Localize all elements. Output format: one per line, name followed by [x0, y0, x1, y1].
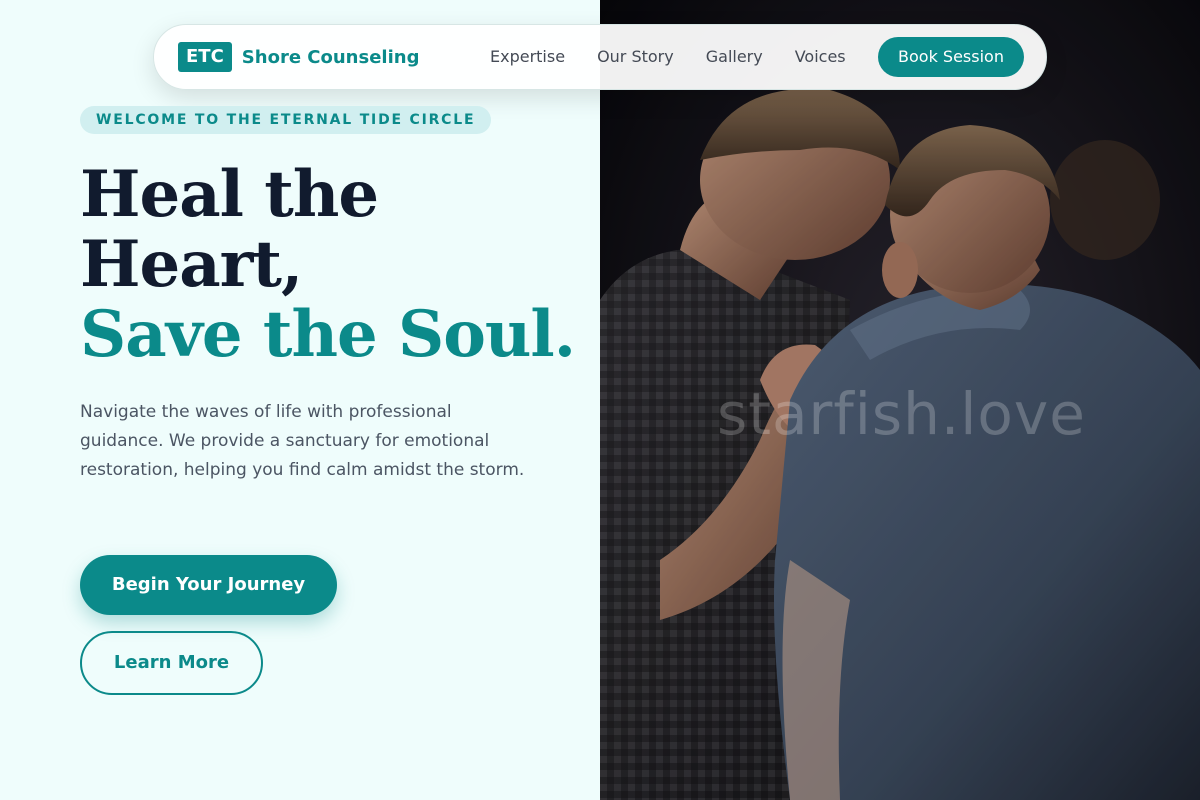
headline-accent: Save the Soul.: [80, 297, 576, 372]
hero-intro-text: Navigate the waves of life with professi…: [80, 402, 525, 480]
nav-link-gallery[interactable]: Gallery: [706, 47, 763, 66]
book-session-button[interactable]: Book Session: [878, 37, 1024, 77]
nav-link-voices[interactable]: Voices: [795, 47, 846, 66]
headline-line-2: Heart,: [80, 227, 303, 302]
brand-name: Shore Counseling: [241, 46, 420, 68]
brand-logo[interactable]: ETC Shore Counseling: [178, 42, 419, 72]
hero-headline: Heal the Heart, Save the Soul.: [80, 160, 580, 370]
headline-line-1: Heal the: [80, 157, 379, 232]
nav-link-expertise[interactable]: Expertise: [490, 47, 565, 66]
welcome-eyebrow-badge: WELCOME TO THE ETERNAL TIDE CIRCLE: [80, 106, 492, 134]
nav-link-our-story[interactable]: Our Story: [597, 47, 674, 66]
top-navigation-bar: ETC Shore Counseling Expertise Our Story…: [153, 24, 1047, 90]
learn-more-button[interactable]: Learn More: [80, 631, 263, 695]
brand-badge: ETC: [178, 42, 232, 72]
watermark-text: starfish.love: [717, 380, 1086, 448]
nav-links: Expertise Our Story Gallery Voices: [490, 47, 878, 66]
hero-photo: starfish.love: [600, 0, 1200, 800]
begin-journey-button[interactable]: Begin Your Journey: [80, 555, 337, 615]
